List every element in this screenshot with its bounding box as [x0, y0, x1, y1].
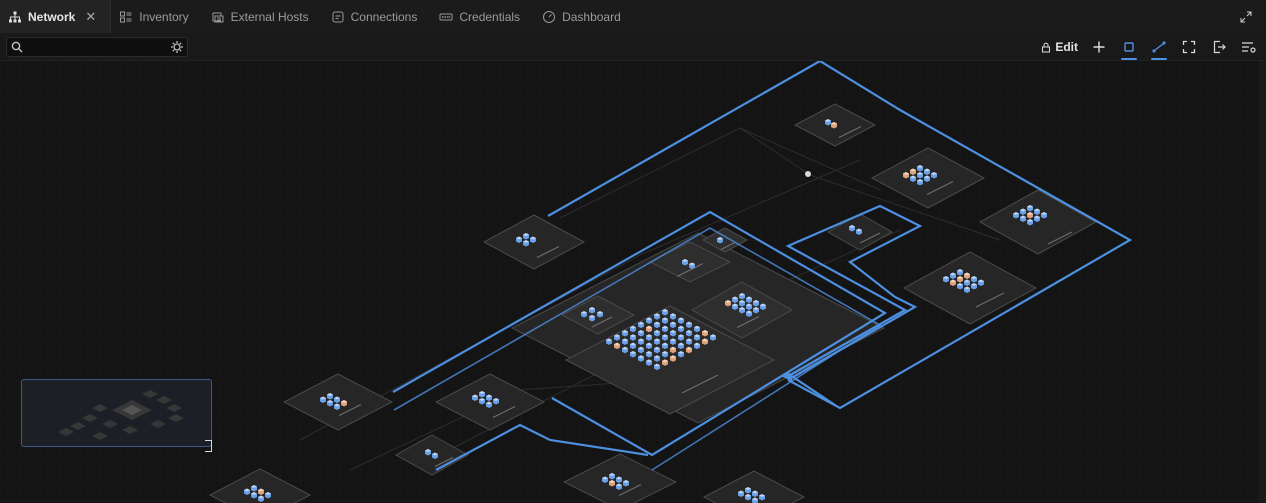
tab-bar: Network ✕ Inventory External Hosts Conne…	[0, 0, 1266, 34]
gear-icon[interactable]	[170, 40, 184, 54]
layout-icon	[1124, 42, 1134, 52]
tab-credentials[interactable]: Credentials	[431, 0, 534, 33]
tab-network-label: Network	[28, 9, 76, 24]
layout-mode-button[interactable]	[1120, 38, 1138, 60]
connections-icon	[332, 11, 344, 22]
fullscreen-icon	[1182, 40, 1196, 54]
expand-button[interactable]	[1226, 0, 1266, 33]
filter-settings-button[interactable]	[1240, 38, 1258, 56]
minimap-resize-handle[interactable]	[205, 440, 212, 452]
edit-label: Edit	[1055, 40, 1078, 54]
tab-network[interactable]: Network ✕	[0, 0, 112, 33]
credentials-icon	[439, 13, 453, 20]
toolbar-actions: Edit	[1041, 37, 1258, 60]
search-icon	[11, 41, 23, 53]
link-mode-button[interactable]	[1150, 38, 1168, 60]
selected-node-marker	[805, 171, 811, 177]
link-icon	[1152, 41, 1166, 53]
tab-inventory-label: Inventory	[139, 9, 189, 24]
vertical-scrollbar[interactable]	[1258, 61, 1266, 503]
external-hosts-icon	[212, 12, 224, 22]
lock-icon	[1042, 42, 1051, 52]
filter-settings-icon	[1242, 42, 1256, 53]
tab-credentials-label: Credentials	[459, 9, 521, 24]
minimap-preview	[58, 390, 184, 440]
tab-inventory[interactable]: Inventory	[111, 0, 202, 33]
add-button[interactable]	[1090, 38, 1108, 56]
minimap[interactable]	[21, 379, 212, 447]
tab-external-hosts[interactable]: External Hosts	[203, 0, 323, 33]
tab-connections[interactable]: Connections	[323, 0, 432, 33]
close-icon[interactable]: ✕	[85, 9, 96, 25]
edit-button[interactable]: Edit	[1041, 40, 1078, 54]
export-icon	[1213, 40, 1226, 54]
network-icon	[9, 11, 21, 22]
plus-icon	[1093, 41, 1105, 53]
inventory-icon	[120, 11, 132, 22]
expand-icon	[1240, 11, 1252, 22]
dashboard-icon	[543, 10, 556, 23]
tab-external-hosts-label: External Hosts	[230, 9, 309, 24]
export-button[interactable]	[1210, 38, 1228, 56]
search-box[interactable]	[6, 37, 188, 57]
tab-connections-label: Connections	[350, 9, 418, 24]
fit-screen-button[interactable]	[1180, 38, 1198, 56]
tab-dashboard[interactable]: Dashboard	[534, 0, 635, 33]
tab-dashboard-label: Dashboard	[562, 9, 621, 24]
canvas-toolbar: Edit	[0, 33, 1266, 61]
